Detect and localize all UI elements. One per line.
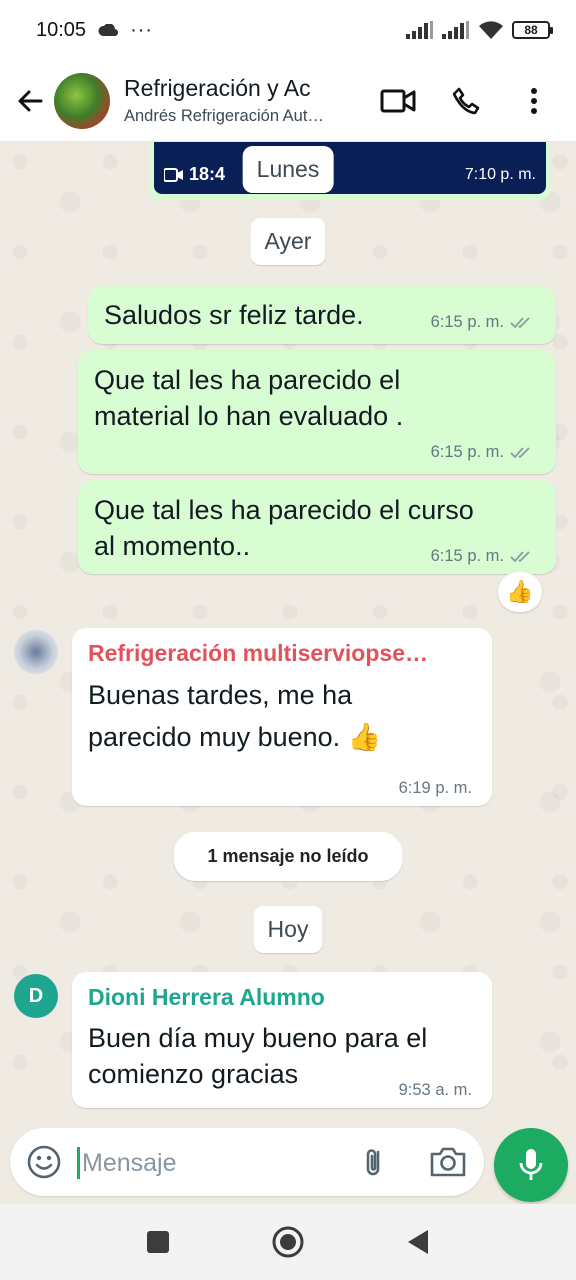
voice-message-button[interactable] xyxy=(494,1128,568,1202)
chat-title-block[interactable]: Refrigeración y Ac Andrés Refrigeración … xyxy=(124,75,374,126)
signal-icon xyxy=(406,21,433,39)
message-input[interactable] xyxy=(82,1145,332,1181)
square-icon xyxy=(147,1231,169,1253)
video-call-button[interactable] xyxy=(378,81,418,121)
battery-indicator: 88 xyxy=(512,21,553,39)
emoji-icon[interactable] xyxy=(26,1144,62,1180)
sender-name[interactable]: Dioni Herrera Alumno xyxy=(88,984,325,1011)
sender-name[interactable]: Refrigeración multiserviopse… xyxy=(88,640,478,667)
unread-messages-chip: 1 mensaje no leído xyxy=(173,832,403,881)
message-composer xyxy=(0,1120,576,1204)
back-arrow-icon xyxy=(18,90,43,111)
back-button[interactable] xyxy=(8,79,52,123)
message-text: Buenas tardes, me ha parecido muy bueno.… xyxy=(88,680,382,752)
home-circle-icon xyxy=(272,1226,304,1258)
message-time: 6:15 p. m. xyxy=(430,313,504,331)
system-navigation-bar xyxy=(0,1204,576,1280)
chat-title: Refrigeración y Ac xyxy=(124,75,311,101)
signal-icon-2 xyxy=(442,21,469,39)
home-button[interactable] xyxy=(268,1222,308,1262)
read-ticks-icon xyxy=(510,550,530,562)
video-message-preview[interactable]: 18:4 7:10 p. m. xyxy=(150,142,550,200)
text-cursor xyxy=(77,1147,80,1179)
chat-header: Refrigeración y Ac Andrés Refrigeración … xyxy=(0,60,576,142)
sender-avatar[interactable]: D xyxy=(14,974,58,1018)
phone-icon xyxy=(452,87,480,114)
message-bubble-out[interactable]: Que tal les ha parecido el curso al mome… xyxy=(78,480,556,574)
date-chip-lunes: Lunes xyxy=(242,146,334,193)
message-bubble-out[interactable]: Saludos sr feliz tarde. 6:15 p. m. xyxy=(88,286,556,344)
video-duration: 18:4 xyxy=(163,164,225,185)
back-nav-button[interactable] xyxy=(398,1222,438,1262)
sender-avatar[interactable] xyxy=(14,630,58,674)
more-options-button[interactable] xyxy=(514,81,554,121)
video-call-icon xyxy=(380,89,416,112)
microphone-icon xyxy=(519,1149,543,1180)
message-time: 6:15 p. m. xyxy=(430,443,504,461)
cloud-icon xyxy=(98,24,119,36)
group-avatar[interactable] xyxy=(54,72,110,129)
message-time: 9:53 a. m. xyxy=(398,1081,472,1099)
status-bar: 10:05 ··· 88 xyxy=(0,0,576,60)
camera-icon[interactable] xyxy=(428,1144,468,1180)
message-bubble-in[interactable]: Dioni Herrera Alumno Buen día muy bueno … xyxy=(72,972,492,1108)
reaction-thumbs-up[interactable]: 👍 xyxy=(498,572,542,612)
read-ticks-icon xyxy=(510,316,530,328)
message-text: Saludos sr feliz tarde. xyxy=(104,300,364,330)
read-ticks-icon xyxy=(510,446,530,458)
video-timestamp: 7:10 p. m. xyxy=(464,166,536,183)
chat-messages-area[interactable]: 18:4 7:10 p. m. Lunes Ayer Saludos sr fe… xyxy=(0,142,576,1120)
message-text: Que tal les ha parecido el material lo h… xyxy=(94,365,404,431)
video-icon xyxy=(163,168,183,183)
voice-call-button[interactable] xyxy=(446,81,486,121)
status-more-dots: ··· xyxy=(130,18,154,41)
date-chip-hoy: Hoy xyxy=(253,906,323,953)
message-time: 6:19 p. m. xyxy=(398,779,472,797)
date-chip-ayer: Ayer xyxy=(250,218,326,265)
triangle-back-icon xyxy=(408,1230,428,1254)
wifi-icon xyxy=(479,21,503,39)
message-time: 6:15 p. m. xyxy=(430,547,504,565)
attach-clip-icon[interactable] xyxy=(356,1144,392,1180)
status-time: 10:05 xyxy=(36,18,87,41)
message-bubble-out[interactable]: Que tal les ha parecido el material lo h… xyxy=(78,350,556,474)
more-vert-icon xyxy=(531,87,537,114)
message-input-pill xyxy=(10,1128,484,1196)
message-bubble-in[interactable]: Refrigeración multiserviopse… Buenas tar… xyxy=(72,628,492,806)
recents-button[interactable] xyxy=(138,1222,178,1262)
chat-subtitle: Andrés Refrigeración Aut… xyxy=(124,107,324,125)
